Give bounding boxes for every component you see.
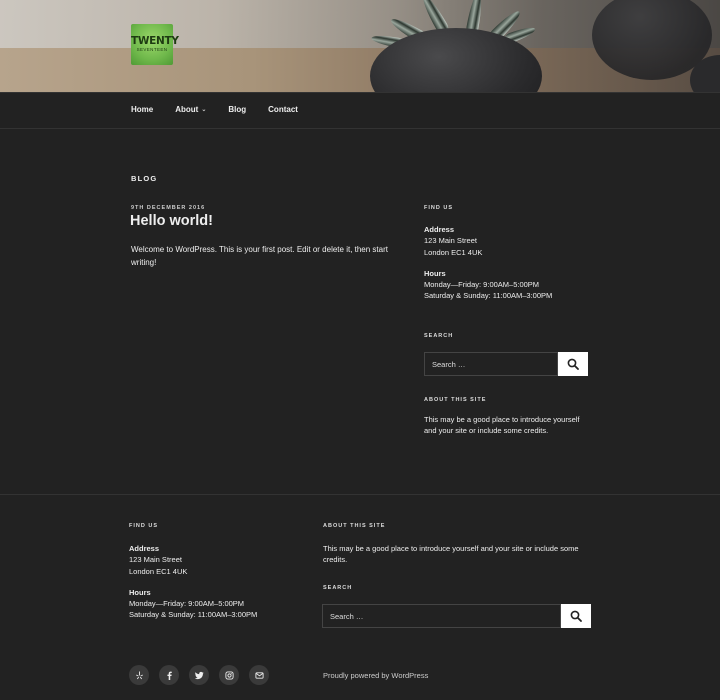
about-text: This may be a good place to introduce yo… <box>323 544 579 565</box>
search-button[interactable] <box>561 604 591 628</box>
site-logo[interactable]: TWENTY SEVENTEEN <box>131 24 179 65</box>
address-label: Address <box>424 225 455 234</box>
widget-title: FIND US <box>129 523 158 529</box>
hours-block: Hours Monday—Friday: 9:00AM–5:00PM Satur… <box>129 587 299 621</box>
widget-title: SEARCH <box>323 585 353 591</box>
nav-item-contact[interactable]: Contact <box>268 105 298 114</box>
post-date[interactable]: 9TH DECEMBER 2016 <box>131 205 205 211</box>
hours-block: Hours Monday—Friday: 9:00AM–5:00PM Satur… <box>424 268 594 302</box>
address-line: London EC1 4UK <box>129 566 188 576</box>
sidebar-search-title-wrap: SEARCH <box>424 333 594 339</box>
post-body: Welcome to WordPress. This is your first… <box>131 245 388 267</box>
page-title: BLOG <box>131 174 158 183</box>
logo-text: TWENTY <box>131 35 179 47</box>
sidebar-search-form: Search … <box>424 352 588 376</box>
logo-subtext: SEVENTEEN <box>136 47 168 52</box>
address-line: 123 Main Street <box>129 555 182 565</box>
nav-label: Home <box>131 105 154 114</box>
search-input[interactable]: Search … <box>424 352 558 376</box>
main-navigation: Home About ⌄ Blog Contact <box>0 92 720 129</box>
sidebar-about: ABOUT THIS SITE This may be a good place… <box>424 397 594 437</box>
about-text: This may be a good place to introduce yo… <box>424 415 580 436</box>
widget-title: SEARCH <box>424 333 454 339</box>
widget-title: ABOUT THIS SITE <box>323 523 386 529</box>
header-image <box>0 0 720 92</box>
post-title[interactable]: Hello world! <box>130 213 213 229</box>
address-line: London EC1 4UK <box>424 247 483 257</box>
footer-find-us: FIND US Address 123 Main Street London E… <box>129 523 299 621</box>
search-button[interactable] <box>558 352 588 376</box>
chevron-down-icon: ⌄ <box>201 107 207 113</box>
footer-search-form: Search … <box>322 604 591 628</box>
hours-line: Saturday & Sunday: 11:00AM–3:00PM <box>424 291 553 301</box>
nav-item-about[interactable]: About ⌄ <box>175 105 206 114</box>
yelp-icon[interactable] <box>129 665 149 685</box>
twitter-icon[interactable] <box>189 665 209 685</box>
hours-label: Hours <box>424 268 446 278</box>
sidebar-find-us: FIND US Address 123 Main Street London E… <box>424 205 594 302</box>
footer-divider <box>0 494 720 495</box>
hours-line: Monday—Friday: 9:00AM–5:00PM <box>129 599 245 609</box>
facebook-icon[interactable] <box>159 665 179 685</box>
nav-label: Blog <box>228 105 247 114</box>
footer-search-title-wrap: SEARCH <box>323 585 493 591</box>
address-block: Address 123 Main Street London EC1 4UK <box>129 543 299 577</box>
address-line: 123 Main Street <box>424 236 477 246</box>
widget-title: ABOUT THIS SITE <box>424 397 487 403</box>
footer-credit-link[interactable]: Proudly powered by WordPress <box>323 671 428 680</box>
hours-line: Monday—Friday: 9:00AM–5:00PM <box>424 280 540 290</box>
hours-label: Hours <box>129 587 151 597</box>
address-block: Address 123 Main Street London EC1 4UK <box>424 224 594 258</box>
footer-about: ABOUT THIS SITE This may be a good place… <box>323 523 583 566</box>
nav-label: Contact <box>268 105 298 114</box>
search-icon <box>570 610 582 622</box>
nav-label: About <box>175 105 199 114</box>
search-input[interactable]: Search … <box>322 604 561 628</box>
nav-item-home[interactable]: Home <box>131 105 153 114</box>
nav-item-blog[interactable]: Blog <box>228 105 246 114</box>
address-label: Address <box>129 544 160 553</box>
widget-title: FIND US <box>424 205 453 211</box>
hours-line: Saturday & Sunday: 11:00AM–3:00PM <box>129 610 258 620</box>
instagram-icon[interactable] <box>219 665 239 685</box>
email-icon[interactable] <box>249 665 269 685</box>
search-icon <box>567 358 579 370</box>
